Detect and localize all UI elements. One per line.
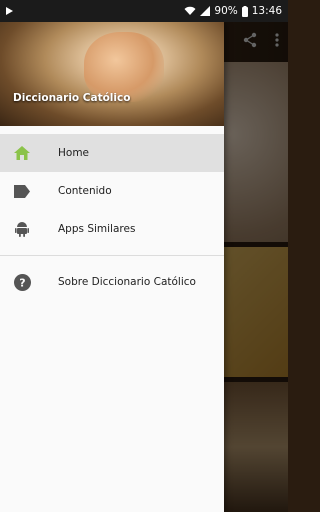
android-icon — [13, 220, 31, 238]
menu-item-home[interactable]: Home — [0, 134, 224, 172]
menu-item-label: Apps Similares — [58, 223, 136, 235]
menu-item-contenido[interactable]: Contenido — [0, 172, 224, 210]
label-icon — [13, 182, 31, 200]
help-icon: ? — [13, 273, 31, 291]
drawer-header: Diccionario Católico — [0, 22, 224, 126]
wifi-icon — [184, 6, 196, 15]
drawer-divider — [0, 255, 224, 256]
menu-item-sobre[interactable]: ? Sobre Diccionario Católico — [0, 263, 224, 301]
menu-item-label: Sobre Diccionario Católico — [58, 276, 196, 288]
menu-item-apps-similares[interactable]: Apps Similares — [0, 210, 224, 248]
signal-icon — [200, 6, 211, 16]
battery-icon — [241, 5, 248, 17]
navigation-drawer: Diccionario Católico Home Contenido Apps… — [0, 22, 224, 512]
menu-item-label: Home — [58, 147, 90, 159]
menu-item-label: Contenido — [58, 185, 112, 197]
play-store-notification-icon — [6, 7, 13, 15]
battery-percent: 90% — [214, 5, 238, 17]
drawer-header-title: Diccionario Católico — [13, 92, 131, 104]
clock: 13:46 — [251, 5, 282, 17]
status-bar: 90% 13:46 — [0, 0, 288, 22]
drawer-menu: Home Contenido Apps Similares ? Sobre Di… — [0, 126, 224, 301]
home-icon — [13, 144, 31, 162]
svg-text:?: ? — [19, 276, 25, 289]
